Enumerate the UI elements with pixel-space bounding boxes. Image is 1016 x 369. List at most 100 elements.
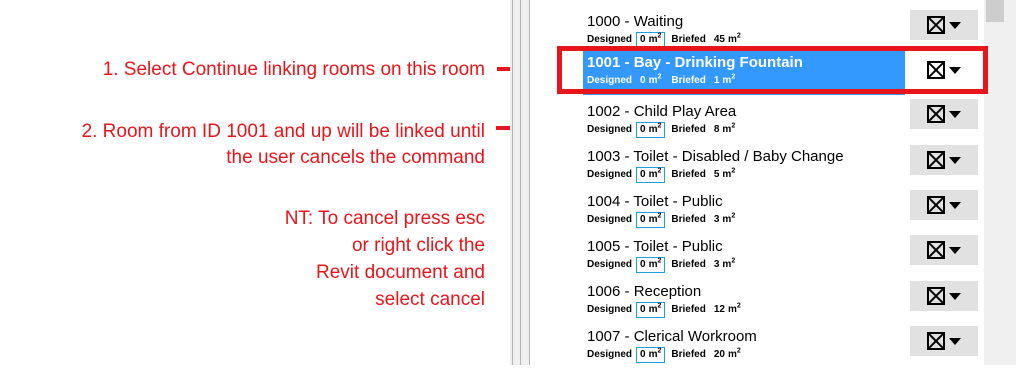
step2-annotation-line1: 2. Room from ID 1001 and up will be link… bbox=[81, 121, 485, 142]
room-link-dropdown[interactable] bbox=[910, 235, 978, 265]
unit-superscript: 2 bbox=[657, 122, 662, 130]
chevron-down-icon[interactable] bbox=[949, 110, 961, 118]
briefed-area-value: 3 m2 bbox=[714, 257, 735, 273]
room-area-info: Designed 0 m2 Briefed 8 m2 bbox=[587, 122, 735, 138]
room-link-dropdown[interactable] bbox=[910, 10, 978, 40]
chevron-down-icon[interactable] bbox=[949, 21, 961, 29]
selected-room-highlight bbox=[557, 46, 988, 94]
unit-superscript: 2 bbox=[657, 212, 662, 220]
x-box-icon[interactable] bbox=[927, 16, 945, 34]
note-line2: or right click the bbox=[351, 235, 485, 256]
briefed-label: Briefed bbox=[671, 349, 706, 360]
unit-superscript: 2 bbox=[657, 257, 662, 265]
briefed-label: Briefed bbox=[671, 259, 706, 270]
panel-divider bbox=[512, 0, 513, 365]
briefed-area-number: 12 bbox=[713, 304, 725, 315]
designed-area-number: 0 bbox=[640, 259, 646, 270]
unit-superscript: 2 bbox=[731, 257, 736, 265]
briefed-area-number: 3 bbox=[713, 214, 720, 225]
designed-area-number: 0 bbox=[640, 34, 646, 45]
briefed-label: Briefed bbox=[671, 214, 706, 225]
designed-area-value: 0 m2 bbox=[636, 167, 666, 183]
room-area-info: Designed 0 m2 Briefed 3 m2 bbox=[587, 257, 735, 273]
unit-superscript: 2 bbox=[736, 32, 741, 40]
x-box-icon[interactable] bbox=[927, 105, 945, 123]
briefed-area-value: 12 m2 bbox=[714, 302, 741, 318]
designed-area-value: 0 m2 bbox=[636, 122, 666, 138]
room-row[interactable]: 1004 - Toilet - Public Designed 0 m2 Briefed… bbox=[583, 190, 905, 234]
designed-label: Designed bbox=[587, 304, 633, 315]
room-area-info: Designed 0 m2 Briefed 12 m2 bbox=[587, 302, 741, 318]
unit-superscript: 2 bbox=[736, 302, 741, 310]
room-row[interactable]: 1002 - Child Play Area Designed 0 m2 Briefed… bbox=[583, 100, 905, 144]
designed-label: Designed bbox=[587, 214, 633, 225]
room-area-info: Designed 0 m2 Briefed 20 m2 bbox=[587, 347, 741, 363]
designed-label: Designed bbox=[587, 349, 633, 360]
briefed-label: Briefed bbox=[671, 169, 706, 180]
step1-annotation: 1. Select Continue linking rooms on this… bbox=[102, 59, 485, 80]
briefed-area-value: 3 m2 bbox=[714, 212, 735, 228]
briefed-label: Briefed bbox=[671, 124, 706, 135]
room-link-dropdown[interactable] bbox=[910, 326, 978, 356]
unit-superscript: 2 bbox=[731, 167, 736, 175]
briefed-area-number: 45 bbox=[713, 34, 725, 45]
x-box-icon[interactable] bbox=[927, 241, 945, 259]
designed-area-number: 0 bbox=[640, 169, 646, 180]
designed-area-value: 0 m2 bbox=[636, 257, 666, 273]
designed-area-number: 0 bbox=[640, 214, 646, 225]
room-title: 1000 - Waiting bbox=[587, 13, 684, 30]
designed-area-value: 0 m2 bbox=[636, 347, 666, 363]
x-box-icon[interactable] bbox=[927, 196, 945, 214]
room-title: 1005 - Toilet - Public bbox=[587, 238, 723, 255]
unit-superscript: 2 bbox=[657, 302, 662, 310]
briefed-area-value: 8 m2 bbox=[714, 122, 735, 138]
room-link-dropdown[interactable] bbox=[910, 190, 978, 220]
unit-superscript: 2 bbox=[657, 32, 662, 40]
briefed-area-number: 3 bbox=[713, 259, 720, 270]
room-title: 1004 - Toilet - Public bbox=[587, 193, 723, 210]
scrollbar-thumb[interactable] bbox=[986, 0, 1004, 22]
room-title: 1003 - Toilet - Disabled / Baby Change bbox=[587, 148, 844, 165]
chevron-down-icon[interactable] bbox=[949, 156, 961, 164]
chevron-down-icon[interactable] bbox=[949, 201, 961, 209]
chevron-down-icon[interactable] bbox=[949, 246, 961, 254]
designed-label: Designed bbox=[587, 259, 633, 270]
note-line3: Revit document and bbox=[316, 262, 485, 283]
briefed-area-value: 20 m2 bbox=[714, 347, 741, 363]
briefed-area-number: 8 bbox=[713, 124, 720, 135]
designed-area-value: 0 m2 bbox=[636, 212, 666, 228]
room-link-dropdown[interactable] bbox=[910, 281, 978, 311]
briefed-area-number: 5 bbox=[713, 169, 720, 180]
designed-area-number: 0 bbox=[640, 349, 646, 360]
chevron-down-icon[interactable] bbox=[949, 337, 961, 345]
designed-label: Designed bbox=[587, 169, 633, 180]
room-row[interactable]: 1003 - Toilet - Disabled / Baby Change De… bbox=[583, 145, 905, 189]
area-unit: m bbox=[722, 169, 732, 180]
note-line1: NT: To cancel press esc bbox=[284, 208, 485, 229]
area-unit: m bbox=[727, 34, 737, 45]
x-box-icon[interactable] bbox=[927, 332, 945, 350]
room-row[interactable]: 1005 - Toilet - Public Designed 0 m2 Briefed… bbox=[583, 235, 905, 279]
room-area-info: Designed 0 m2 Briefed 3 m2 bbox=[587, 212, 735, 228]
designed-label: Designed bbox=[587, 124, 633, 135]
area-unit: m bbox=[727, 304, 737, 315]
x-box-icon[interactable] bbox=[927, 287, 945, 305]
briefed-area-number: 20 bbox=[713, 349, 725, 360]
panel-divider bbox=[520, 0, 521, 365]
room-area-info: Designed 0 m2 Briefed 5 m2 bbox=[587, 167, 735, 183]
room-row[interactable]: 1007 - Clerical Workroom Designed 0 m2 Brief… bbox=[583, 325, 905, 369]
room-row[interactable]: 1006 - Reception Designed 0 m2 Briefed 12 m2 bbox=[583, 280, 905, 324]
unit-superscript: 2 bbox=[657, 167, 662, 175]
unit-superscript: 2 bbox=[736, 347, 741, 355]
unit-superscript: 2 bbox=[731, 122, 736, 130]
chevron-down-icon[interactable] bbox=[949, 292, 961, 300]
x-box-icon[interactable] bbox=[927, 151, 945, 169]
briefed-area-value: 5 m2 bbox=[714, 167, 735, 183]
room-title: 1007 - Clerical Workroom bbox=[587, 328, 757, 345]
designed-area-number: 0 bbox=[640, 304, 646, 315]
room-link-dropdown[interactable] bbox=[910, 145, 978, 175]
area-unit: m bbox=[727, 349, 737, 360]
room-title: 1002 - Child Play Area bbox=[587, 103, 737, 120]
room-link-dropdown[interactable] bbox=[910, 99, 978, 129]
area-unit: m bbox=[722, 124, 732, 135]
